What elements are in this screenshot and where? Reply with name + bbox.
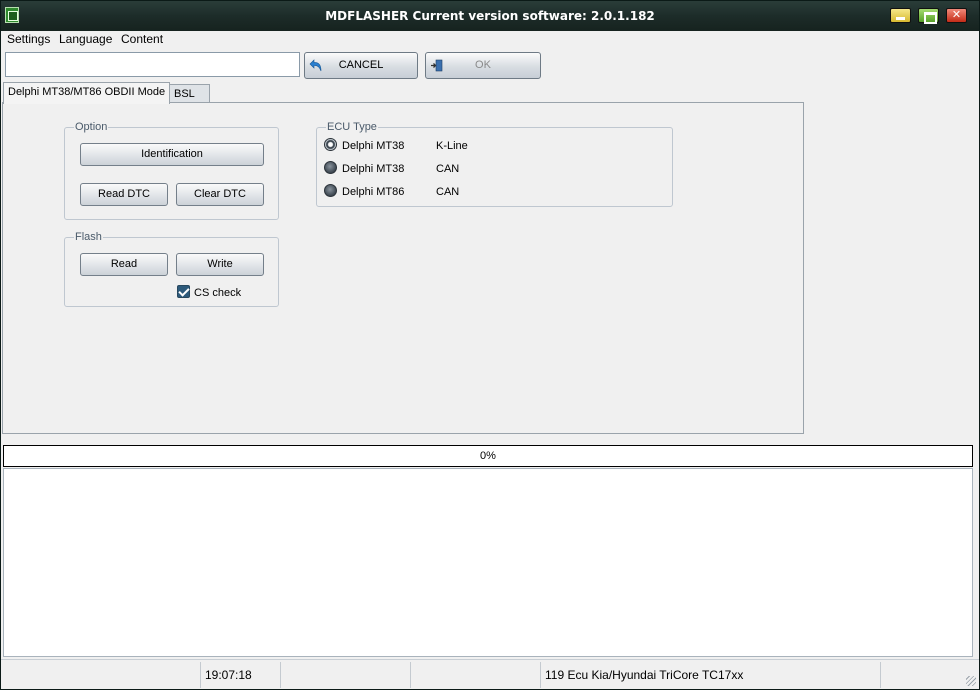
identification-button[interactable]: Identification: [80, 143, 264, 166]
write-button[interactable]: Write: [176, 253, 264, 276]
log-area[interactable]: [3, 468, 973, 657]
cs-check-label: CS check: [194, 287, 242, 299]
cs-check-checkbox[interactable]: [177, 285, 190, 298]
title-bar[interactable]: MDFLASHER Current version software: 2.0.…: [1, 1, 979, 31]
ecu-type-legend: ECU Type: [326, 121, 378, 133]
flash-group-legend: Flash: [74, 231, 103, 243]
ok-button[interactable]: OK: [425, 52, 541, 79]
ecu-option-protocol: CAN: [436, 186, 460, 198]
ok-label: OK: [475, 59, 491, 71]
menu-content[interactable]: Content: [118, 32, 166, 46]
ecu-radio-mt86-can[interactable]: [324, 184, 337, 197]
resize-grip[interactable]: [966, 676, 976, 686]
ecu-radio-mt38-kline[interactable]: [324, 138, 337, 151]
tab-bsl[interactable]: BSL: [169, 84, 210, 103]
status-time: 19:07:18: [201, 662, 281, 688]
option-group-legend: Option: [74, 121, 109, 133]
close-icon: ✕: [951, 9, 962, 21]
cancel-button[interactable]: CANCEL: [304, 52, 418, 79]
main-window: MDFLASHER Current version software: 2.0.…: [0, 0, 980, 690]
command-input[interactable]: [5, 52, 300, 77]
ecu-type-group: ECU Type Delphi MT38 K-Line Delphi MT38 …: [316, 121, 673, 207]
progress-text: 0%: [480, 450, 496, 462]
status-panel-empty: [1, 662, 201, 688]
status-panel-empty: [881, 662, 976, 688]
exit-door-icon: [431, 59, 443, 72]
cancel-label: CANCEL: [338, 59, 384, 71]
status-panel-empty: [411, 662, 541, 688]
option-group: Option Identification Read DTC Clear DTC: [64, 121, 279, 220]
status-panel-empty: [281, 662, 411, 688]
undo-arrow-icon: [309, 59, 322, 72]
ecu-option-name: Delphi MT38: [342, 163, 405, 175]
ecu-option-name: Delphi MT38: [342, 140, 405, 152]
read-button[interactable]: Read: [80, 253, 168, 276]
tab-delphi-obdii[interactable]: Delphi MT38/MT86 OBDII Mode: [3, 82, 171, 104]
flash-group: Flash Read Write CS check: [64, 231, 279, 307]
ecu-radio-mt38-can[interactable]: [324, 161, 337, 174]
close-button[interactable]: ✕: [946, 8, 967, 23]
ecu-option-protocol: K-Line: [436, 140, 468, 152]
minimize-icon: [891, 9, 910, 22]
menu-language[interactable]: Language: [56, 32, 115, 46]
ecu-option-protocol: CAN: [436, 163, 460, 175]
read-dtc-button[interactable]: Read DTC: [80, 183, 168, 206]
window-title: MDFLASHER Current version software: 2.0.…: [325, 9, 655, 23]
ecu-option-name: Delphi MT86: [342, 186, 405, 198]
minimize-button[interactable]: [890, 8, 911, 23]
maximize-button[interactable]: [918, 8, 939, 24]
menu-settings[interactable]: Settings: [4, 32, 53, 46]
clear-dtc-button[interactable]: Clear DTC: [176, 183, 264, 206]
progress-bar: 0%: [3, 445, 973, 467]
menu-bar: Settings Language Content: [1, 31, 979, 49]
maximize-icon: [919, 9, 938, 24]
tab-panel: Option Identification Read DTC Clear DTC…: [2, 102, 804, 434]
status-bar: 19:07:18 119 Ecu Kia/Hyundai TriCore TC1…: [1, 659, 979, 689]
status-ecu-info: 119 Ecu Kia/Hyundai TriCore TC17xx: [541, 662, 881, 688]
